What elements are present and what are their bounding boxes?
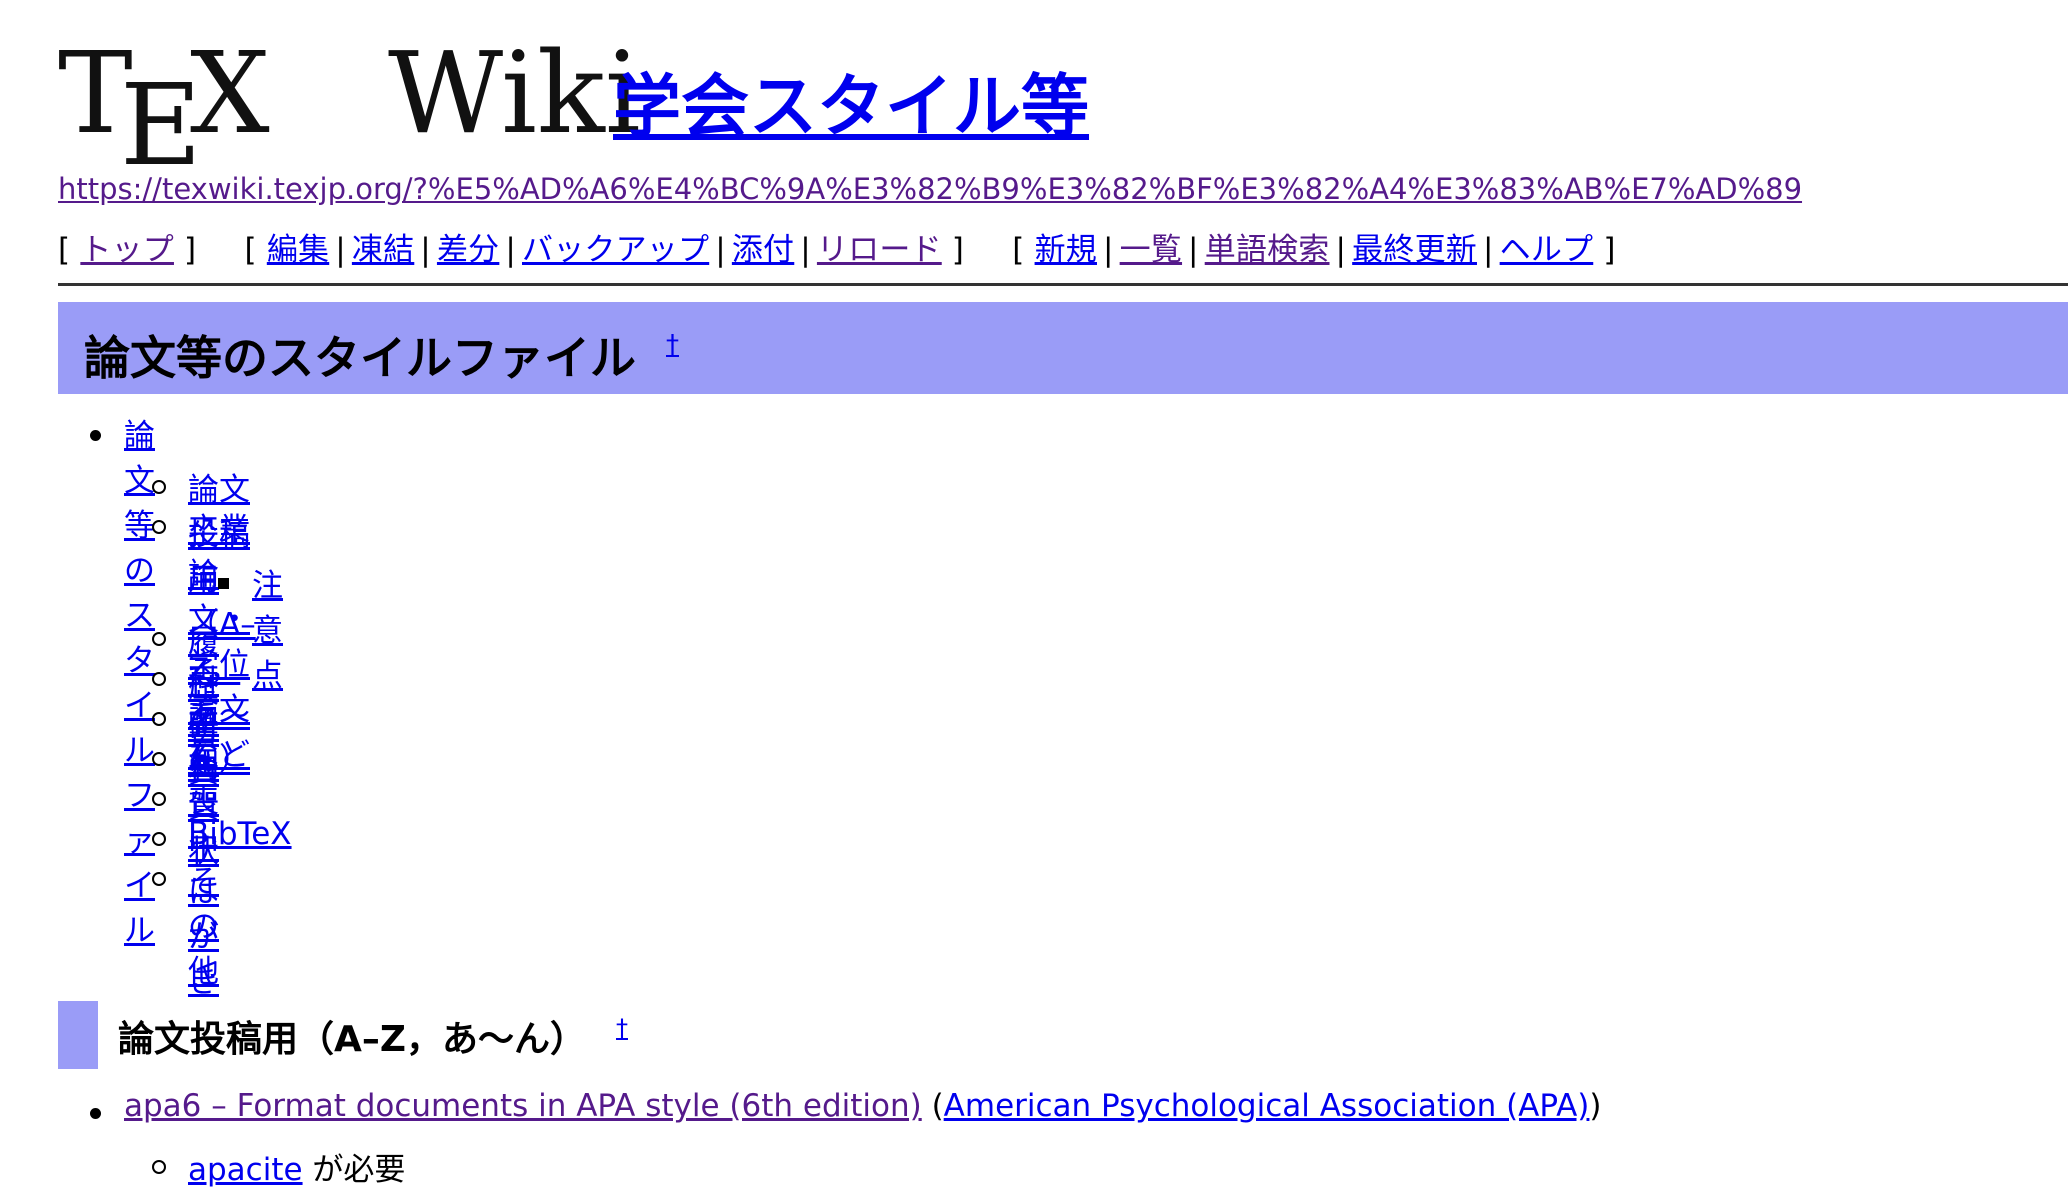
logo-wiki: Wiki bbox=[388, 29, 641, 159]
nav-separator: | bbox=[420, 232, 431, 268]
bullet-circle-icon bbox=[152, 872, 166, 886]
nav-separator: | bbox=[1102, 232, 1114, 268]
nav-link-freeze[interactable]: 凍結 bbox=[352, 232, 414, 268]
nav-link-diff[interactable]: 差分 bbox=[437, 232, 499, 268]
subsection-anchor-link[interactable]: † bbox=[616, 1014, 628, 1042]
nav-separator: | bbox=[800, 232, 811, 268]
section-heading-title: 論文等のスタイルファイル bbox=[84, 331, 636, 385]
header-divider bbox=[58, 283, 2068, 286]
nav-link-reload[interactable]: リロード bbox=[817, 232, 942, 268]
nav-link-attach[interactable]: 添付 bbox=[732, 232, 794, 268]
bullet-square-icon bbox=[218, 578, 229, 589]
nav-bracket-open: [ bbox=[244, 232, 257, 268]
page-title[interactable]: 学会スタイル等 bbox=[613, 74, 1089, 142]
section-heading: 論文等のスタイルファイル † bbox=[58, 302, 2068, 394]
bullet-circle-icon bbox=[152, 1160, 166, 1174]
bullet-circle-icon bbox=[152, 520, 166, 534]
bullet-circle-icon bbox=[152, 752, 166, 766]
bullet-disc-icon bbox=[90, 1108, 101, 1119]
toc-link-other[interactable]: その他 bbox=[188, 856, 219, 991]
toc-link-root[interactable]: 論文等のスタイルファイル bbox=[124, 410, 155, 950]
nav-bracket-close: ] bbox=[951, 232, 965, 268]
toc-link-bibtex[interactable]: BibTeX bbox=[188, 816, 292, 852]
tex-wiki-logo[interactable]: T E X Wiki bbox=[58, 29, 641, 182]
paren-close: ) bbox=[1589, 1088, 1602, 1124]
nav-bracket-close: ] bbox=[184, 232, 197, 268]
nav-bracket-open: [ bbox=[58, 232, 71, 268]
apacite-note: が必要 bbox=[302, 1152, 406, 1188]
nav-separator: | bbox=[335, 232, 346, 268]
nav-bracket-close: ] bbox=[1603, 232, 1616, 268]
bullet-circle-icon bbox=[152, 792, 166, 806]
apa6-link[interactable]: apa6 – Format documents in APA style (6t… bbox=[124, 1088, 922, 1124]
nav-link-new[interactable]: 新規 bbox=[1035, 232, 1097, 268]
bullet-circle-icon bbox=[152, 712, 166, 726]
apa-association-link[interactable]: American Psychological Association (APA) bbox=[944, 1088, 1590, 1124]
nav-separator: | bbox=[1482, 232, 1494, 268]
bullet-disc-icon bbox=[90, 430, 101, 441]
bullet-circle-icon bbox=[152, 672, 166, 686]
subsection-heading-bar bbox=[58, 1001, 98, 1069]
bullet-circle-icon bbox=[152, 632, 166, 646]
logo-letter-x: X bbox=[190, 29, 270, 159]
subsection-heading-title: 論文投稿用（A–Z，あ〜ん） bbox=[118, 1019, 586, 1060]
site-header: T E X Wiki 学会スタイル等 bbox=[58, 30, 2068, 182]
nav-link-list[interactable]: 一覧 bbox=[1120, 232, 1182, 268]
paren-open: ( bbox=[921, 1088, 944, 1124]
nav-link-backup[interactable]: バックアップ bbox=[522, 232, 709, 268]
toc-link-notes[interactable]: 注意点 bbox=[252, 560, 283, 695]
page-url-link[interactable]: https://texwiki.texjp.org/?%E5%AD%A6%E4%… bbox=[58, 172, 1802, 206]
bullet-circle-icon bbox=[152, 832, 166, 846]
apacite-link[interactable]: apacite bbox=[188, 1152, 303, 1188]
nav-bracket-open: [ bbox=[1012, 232, 1025, 268]
nav-link-search[interactable]: 単語検索 bbox=[1205, 232, 1330, 268]
nav-separator: | bbox=[1188, 232, 1199, 268]
nav-link-top[interactable]: トップ bbox=[80, 232, 174, 268]
nav-link-recent[interactable]: 最終更新 bbox=[1352, 232, 1477, 268]
nav-separator: | bbox=[1335, 232, 1347, 268]
nav-separator: | bbox=[505, 232, 516, 268]
section-anchor-link[interactable]: † bbox=[666, 330, 679, 360]
navigation-bar: [ トップ ] [ 編集 | 凍結 | 差分 | バックアップ | 添付 | リロード ] [ 新規… bbox=[58, 224, 1616, 269]
nav-separator: | bbox=[715, 232, 726, 268]
bullet-circle-icon bbox=[152, 480, 166, 494]
nav-link-edit[interactable]: 編集 bbox=[267, 232, 329, 268]
nav-link-help[interactable]: ヘルプ bbox=[1500, 232, 1594, 268]
